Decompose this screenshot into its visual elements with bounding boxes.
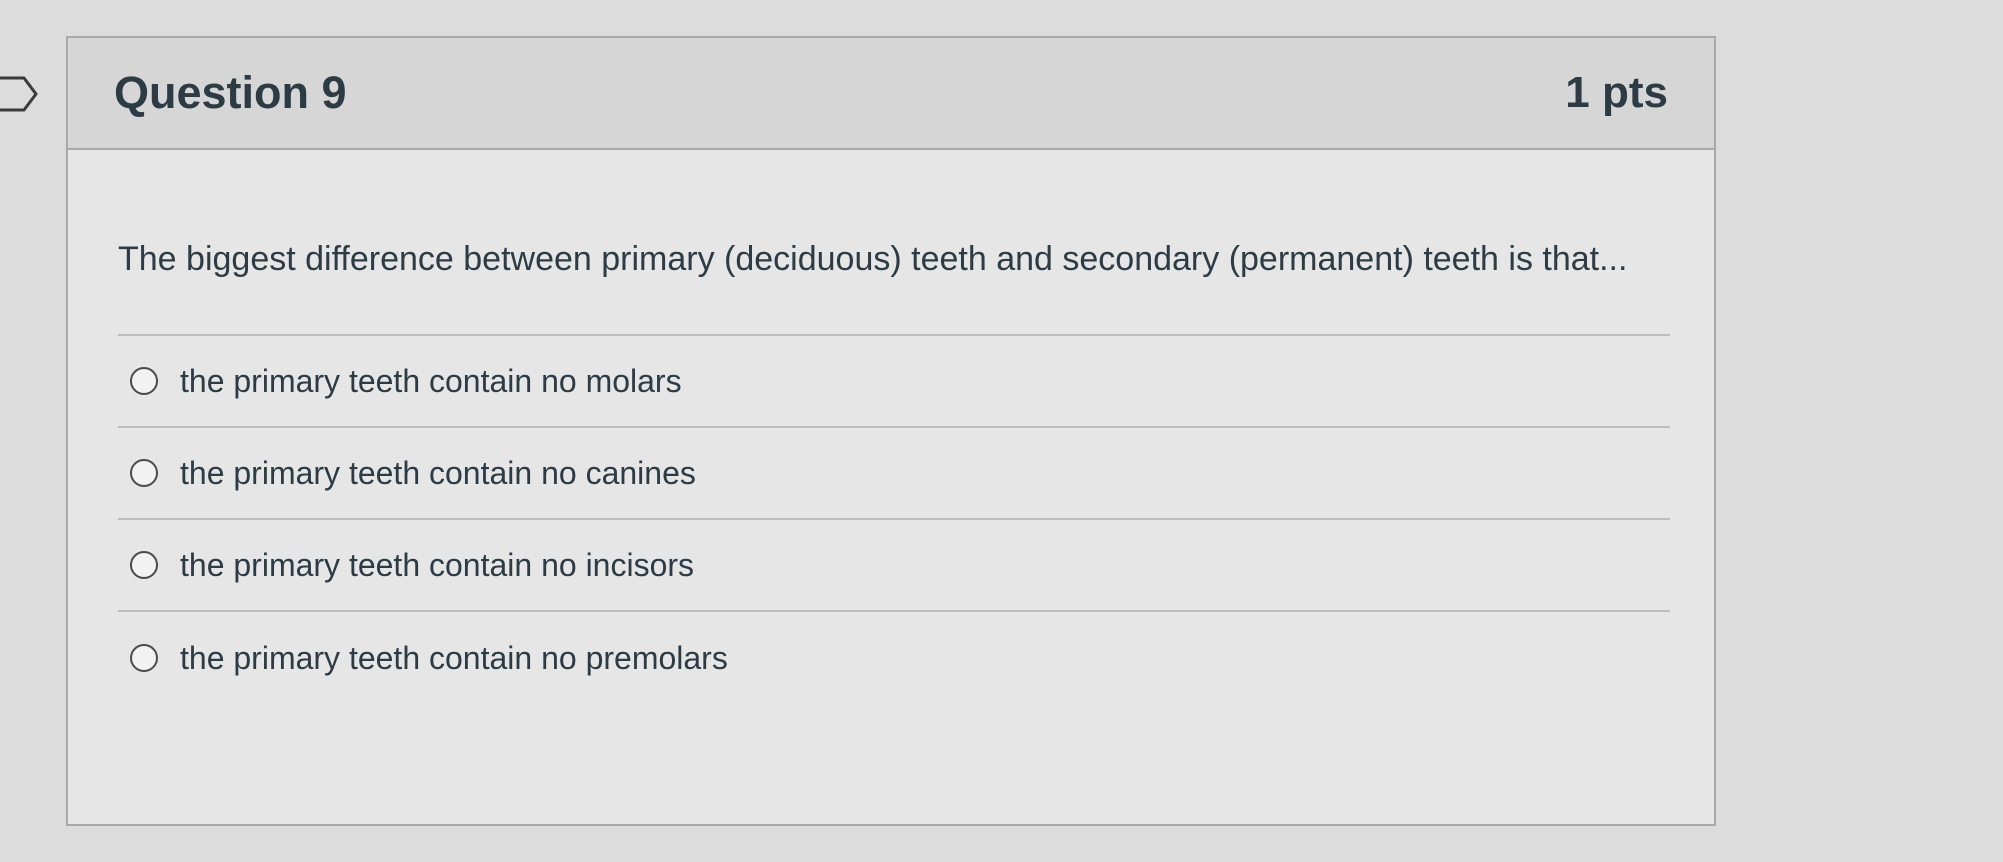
question-text: The biggest difference between primary (… [118, 240, 1628, 278]
answer-label[interactable]: the primary teeth contain no premolars [180, 640, 728, 677]
question-title: Question 9 [114, 67, 347, 118]
question-body: The biggest difference between primary (… [68, 150, 1714, 704]
answer-label[interactable]: the primary teeth contain no canines [180, 455, 696, 492]
radio-unselected-icon[interactable] [130, 644, 158, 672]
answer-option[interactable]: the primary teeth contain no canines [118, 428, 1670, 520]
radio-unselected-icon[interactable] [130, 459, 158, 487]
answer-option[interactable]: the primary teeth contain no premolars [118, 612, 1670, 704]
flag-question-icon[interactable] [0, 72, 46, 116]
radio-unselected-icon[interactable] [130, 551, 158, 579]
question-points: 1 pts [1565, 68, 1668, 117]
answer-option[interactable]: the primary teeth contain no molars [118, 336, 1670, 428]
answer-label[interactable]: the primary teeth contain no incisors [180, 547, 694, 584]
answer-option[interactable]: the primary teeth contain no incisors [118, 520, 1670, 612]
answer-label[interactable]: the primary teeth contain no molars [180, 363, 682, 400]
answer-list: the primary teeth contain no molars the … [118, 334, 1670, 704]
question-card: Question 9 1 pts The biggest difference … [66, 36, 1716, 826]
radio-unselected-icon[interactable] [130, 367, 158, 395]
question-header: Question 9 1 pts [68, 38, 1714, 150]
